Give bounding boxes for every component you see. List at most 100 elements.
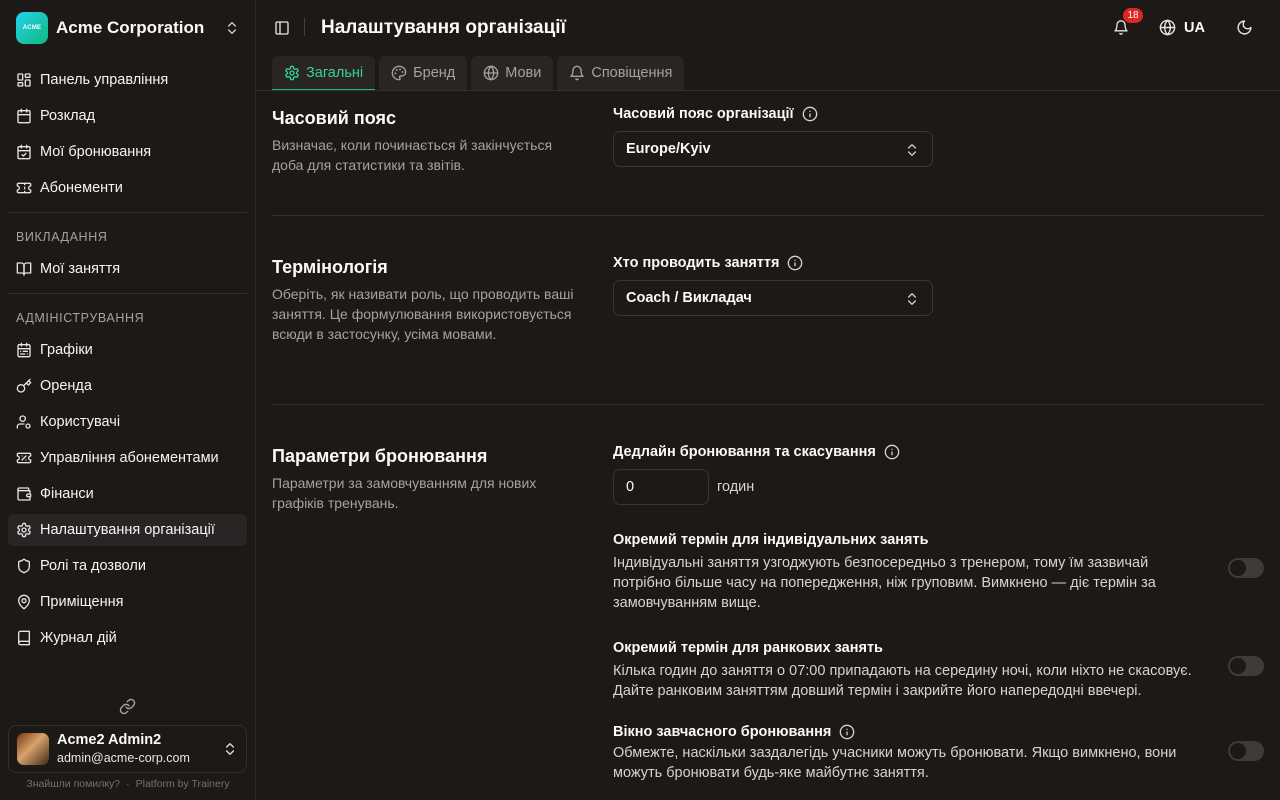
language-switcher[interactable]: UA: [1159, 19, 1205, 36]
sidebar-item-schedules[interactable]: Графіки: [8, 334, 247, 366]
globe-icon: [1159, 19, 1176, 36]
tickets-icon: [16, 450, 32, 466]
toggle-knob: [1230, 743, 1246, 759]
tab-general[interactable]: Загальні: [272, 56, 376, 91]
sidebar-item-label: Журнал дій: [40, 630, 117, 646]
sidebar-item-label: Фінанси: [40, 486, 94, 502]
info-icon[interactable]: [884, 444, 900, 460]
instructor-term-field-label: Хто проводить заняття: [613, 255, 803, 271]
terminology-section-description: Оберіть, як називати роль, що проводить …: [272, 286, 574, 342]
dashboard-icon: [16, 72, 32, 88]
bell-icon: [569, 65, 585, 81]
chevrons-up-down-icon: [222, 741, 238, 757]
report-bug-link[interactable]: Знайшли помилку?: [26, 778, 120, 790]
select-value: Coach / Викладач: [626, 290, 752, 306]
timezone-field-label: Часовий пояс організації: [613, 106, 818, 122]
option-title-text: Окремий термін для ранкових занять: [613, 640, 883, 656]
sidebar-item-label: Абонементи: [40, 180, 123, 196]
sidebar-item-pass-management[interactable]: Управління абонементами: [8, 442, 247, 474]
sidebar: ACME Acme Corporation Панель управління …: [0, 0, 256, 800]
timezone-section-title: Часовий пояс: [272, 108, 397, 128]
sidebar-item-label: Управління абонементами: [40, 450, 219, 466]
sidebar-item-roles[interactable]: Ролі та дозволи: [8, 550, 247, 582]
individual-deadline-description: Індивідуальні заняття узгоджують безпосе…: [613, 555, 1156, 611]
sidebar-item-org-settings[interactable]: Налаштування організації: [8, 514, 247, 546]
booking-deadline-field-label: Дедлайн бронювання та скасування: [613, 444, 900, 460]
user-cog-icon: [16, 414, 32, 430]
user-menu[interactable]: Acme2 Admin2 admin@acme-corp.com: [8, 725, 247, 773]
user-email: admin@acme-corp.com: [57, 751, 190, 765]
ticket-icon: [16, 180, 32, 196]
wallet-icon: [16, 486, 32, 502]
calendar-range-icon: [16, 342, 32, 358]
section-divider: [272, 404, 1264, 405]
advance-booking-window-toggle[interactable]: [1228, 741, 1264, 761]
moon-icon[interactable]: [1236, 19, 1253, 36]
advance-booking-window-title: Вікно завчасного бронювання: [613, 724, 855, 740]
terminology-section-title: Термінологія: [272, 257, 388, 277]
booking-section-description: Параметри за замовчуванням для нових гра…: [272, 475, 537, 511]
info-icon[interactable]: [802, 106, 818, 122]
tab-languages[interactable]: Мови: [471, 56, 554, 90]
sidebar-divider: [8, 293, 247, 294]
individual-deadline-title: Окремий термін для індивідуальних занять: [613, 532, 929, 548]
sidebar-item-label: Розклад: [40, 108, 96, 124]
language-label: UA: [1184, 19, 1205, 36]
info-icon[interactable]: [839, 724, 855, 740]
option-title-text: Окремий термін для індивідуальних занять: [613, 532, 929, 548]
sidebar-item-dashboard[interactable]: Панель управління: [8, 64, 247, 96]
sidebar-item-premises[interactable]: Приміщення: [8, 586, 247, 618]
tab-label: Бренд: [413, 65, 456, 81]
sidebar-item-passes[interactable]: Абонементи: [8, 172, 247, 204]
sidebar-item-schedule[interactable]: Розклад: [8, 100, 247, 132]
calendar-icon: [16, 108, 32, 124]
sidebar-item-activity-log[interactable]: Журнал дій: [8, 622, 247, 654]
individual-deadline-toggle[interactable]: [1228, 558, 1264, 578]
select-value: Europe/Kyiv: [626, 141, 711, 157]
sidebar-item-my-classes[interactable]: Мої заняття: [8, 253, 247, 285]
footer-separator: ·: [126, 778, 130, 790]
calendar-check-icon: [16, 144, 32, 160]
notification-count-badge: 18: [1123, 8, 1143, 23]
tab-label: Мови: [505, 65, 542, 81]
hours-unit-label: годин: [717, 479, 755, 495]
sidebar-item-label: Оренда: [40, 378, 92, 394]
sidebar-item-label: Мої бронювання: [40, 144, 152, 160]
sidebar-group-teaching: ВИКЛАДАННЯ: [16, 230, 108, 244]
instructor-term-select[interactable]: Coach / Викладач: [613, 280, 933, 316]
toggle-knob: [1230, 658, 1246, 674]
sidebar-footer: Знайшли помилку? · Platform by Trainery: [0, 778, 256, 790]
field-label-text: Часовий пояс організації: [613, 106, 794, 122]
sidebar-item-rental[interactable]: Оренда: [8, 370, 247, 402]
sidebar-item-label: Графіки: [40, 342, 93, 358]
globe-icon: [483, 65, 499, 81]
page-title: Налаштування організації: [321, 17, 566, 38]
sidebar-toggle-icon[interactable]: [274, 20, 290, 36]
chevrons-up-down-icon: [904, 291, 920, 307]
timezone-select[interactable]: Europe/Kyiv: [613, 131, 933, 167]
sidebar-item-my-bookings[interactable]: Мої бронювання: [8, 136, 247, 168]
top-bar: Налаштування організації 18 UA: [256, 0, 1280, 56]
info-icon[interactable]: [787, 255, 803, 271]
tab-brand[interactable]: Бренд: [379, 56, 468, 90]
platform-credit[interactable]: Platform by Trainery: [136, 778, 230, 790]
settings-tabs: Загальні Бренд Мови Сповіщення: [272, 56, 685, 91]
option-title-text: Вікно завчасного бронювання: [613, 724, 832, 740]
avatar: [17, 733, 49, 765]
tab-notifications[interactable]: Сповіщення: [557, 56, 685, 90]
tabs-divider: [256, 90, 1280, 91]
user-name: Acme2 Admin2: [57, 732, 162, 748]
tab-label: Сповіщення: [591, 65, 673, 81]
settings-icon: [16, 522, 32, 538]
key-icon: [16, 378, 32, 394]
map-pin-icon: [16, 594, 32, 610]
notebook-icon: [16, 630, 32, 646]
sidebar-item-users[interactable]: Користувачі: [8, 406, 247, 438]
booking-section-title: Параметри бронювання: [272, 446, 488, 466]
booking-deadline-hours-input[interactable]: [613, 469, 709, 505]
org-switcher[interactable]: ACME Acme Corporation: [8, 8, 248, 48]
morning-deadline-toggle[interactable]: [1228, 656, 1264, 676]
sidebar-item-finance[interactable]: Фінанси: [8, 478, 247, 510]
link-icon[interactable]: [119, 698, 136, 715]
sidebar-group-admin: АДМІНІСТРУВАННЯ: [16, 311, 145, 325]
